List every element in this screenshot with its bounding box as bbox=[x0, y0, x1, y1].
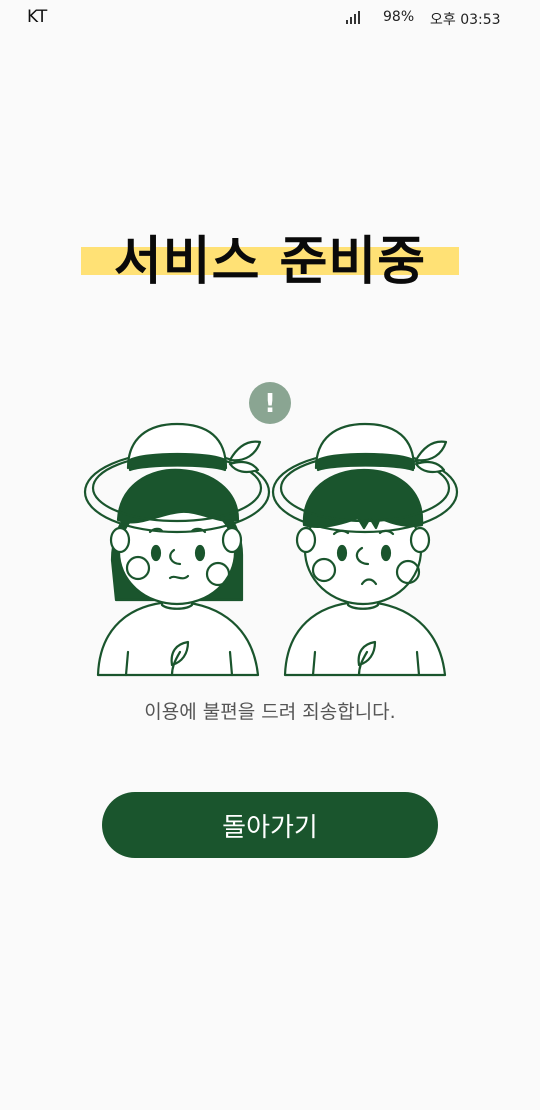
back-button-label: 돌아가기 bbox=[222, 812, 318, 843]
battery-level: 98% bbox=[383, 9, 415, 25]
alert-mark: ! bbox=[264, 389, 276, 419]
status-bar: KT 98% 오후 03:53 bbox=[0, 0, 540, 36]
apology-message: 이용에 불편을 드려 죄송합니다. bbox=[144, 701, 396, 723]
carrier-label: KT bbox=[27, 7, 48, 27]
signal-icon bbox=[346, 10, 362, 24]
page-title: 서비스 준비중 bbox=[113, 232, 427, 292]
title-block: 서비스 준비중 bbox=[0, 222, 540, 302]
alert-icon: ! bbox=[249, 382, 291, 424]
woman-figure bbox=[83, 422, 271, 677]
back-button[interactable]: 돌아가기 bbox=[102, 792, 438, 858]
status-clock: 오후 03:53 bbox=[430, 12, 501, 28]
man-figure bbox=[271, 422, 459, 677]
service-illustration: ! bbox=[83, 382, 459, 677]
